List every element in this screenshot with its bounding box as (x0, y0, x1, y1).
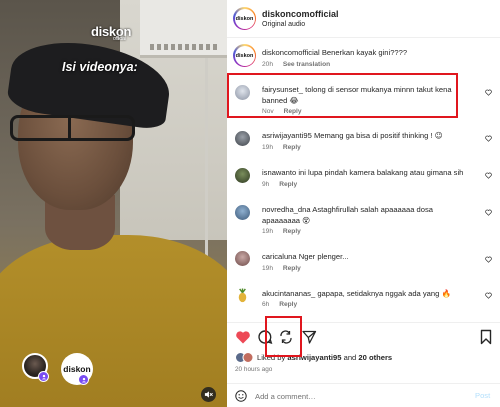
comment-username[interactable]: diskoncomofficial (262, 48, 320, 57)
post-comment-button[interactable]: Post (475, 391, 490, 400)
comment-time: 9h (262, 181, 270, 188)
comment-meta: 19h Reply (262, 228, 301, 235)
post-header: diskon diskoncomofficial Original audio (227, 0, 500, 38)
comment-body: gapapa, setidaknya nggak ada yang 🔥 (317, 289, 451, 298)
like-heart-icon[interactable] (235, 329, 251, 345)
highlight-box-comment (227, 73, 458, 118)
mute-icon[interactable] (201, 387, 216, 402)
comment-body: Nger plenger... (298, 252, 349, 261)
reply-button[interactable]: Reply (283, 228, 301, 235)
comment-meta: 6h Reply (262, 301, 297, 308)
comment-meta: 20h See translation (262, 61, 330, 68)
reply-button[interactable]: Reply (283, 144, 301, 151)
comment-avatar[interactable]: diskon (233, 44, 256, 67)
liked-by-avatars[interactable] (235, 352, 259, 363)
video-player[interactable]: diskon offlicial Isi videonya: diskon (0, 0, 227, 407)
post-author-avatar[interactable]: diskon (233, 7, 256, 30)
comment-avatar[interactable] (235, 205, 250, 220)
share-send-icon[interactable] (301, 329, 317, 345)
comment-username[interactable]: novredha_dna (262, 205, 311, 214)
person-shirt (0, 235, 227, 407)
like-comment-heart-icon[interactable] (485, 256, 492, 263)
comment-text: novredha_dna Astaghfirullah salah apaaaa… (262, 204, 462, 226)
like-comment-heart-icon[interactable] (485, 89, 492, 96)
add-comment-input[interactable] (255, 389, 455, 403)
likes-others[interactable]: 20 others (358, 353, 392, 362)
comment-time: 6h (262, 301, 270, 308)
air-conditioner-vent (150, 44, 220, 50)
comment-text: isnawanto ini lupa pindah kamera balakan… (262, 167, 472, 178)
comment-meta: 19h Reply (262, 265, 301, 272)
post-panel: diskon diskoncomofficial Original audio … (227, 0, 500, 407)
save-bookmark-icon[interactable] (478, 329, 494, 345)
comment-text: diskoncomofficial Benerkan kayak gini???… (262, 47, 472, 58)
comment-username[interactable]: akucintananas_ (262, 289, 315, 298)
comment-meta: 19h Reply (262, 144, 301, 151)
like-comment-heart-icon[interactable] (485, 209, 492, 216)
comment-username[interactable]: caricaluna (262, 252, 297, 261)
like-comment-heart-icon[interactable] (485, 292, 492, 299)
comment-avatar[interactable] (235, 251, 250, 266)
post-author-name[interactable]: diskoncomofficial (262, 9, 339, 19)
emoji-smiley-icon[interactable] (235, 390, 247, 402)
brand-avatar-text: diskon (63, 364, 91, 374)
comment-time: 19h (262, 228, 274, 235)
comment-text: caricaluna Nger plenger... (262, 251, 472, 262)
avatar-logo-text: diskon (235, 15, 254, 22)
post-timestamp: 20 hours ago (235, 366, 273, 373)
original-audio-link[interactable]: Original audio (262, 21, 305, 28)
like-comment-heart-icon[interactable] (485, 172, 492, 179)
comment-avatar[interactable] (235, 168, 250, 183)
comment-meta: 9h Reply (262, 181, 297, 188)
video-brand-logo: diskon offlicial (91, 24, 131, 42)
likes-and: and (343, 353, 357, 362)
reply-button[interactable]: Reply (283, 265, 301, 272)
comment-avatar[interactable] (235, 131, 250, 146)
like-comment-heart-icon[interactable] (485, 135, 492, 142)
wall-cable (205, 58, 208, 258)
comment-username[interactable]: asriwijayanti95 (262, 131, 312, 140)
comment-time: 20h (262, 61, 274, 68)
comment-body: Benerkan kayak gini???? (321, 48, 408, 57)
comment-body: Memang ga bisa di positif thinking ! 😉 (313, 131, 443, 140)
see-translation-link[interactable]: See translation (283, 61, 330, 68)
comment-time: 19h (262, 265, 274, 272)
highlight-box-repost (265, 316, 302, 357)
add-comment-row: Post (227, 383, 500, 407)
reply-button[interactable]: Reply (279, 301, 297, 308)
comment-text: asriwijayanti95 Memang ga bisa di positi… (262, 130, 472, 141)
comment-body: ini lupa pindah kamera balakang atau gim… (298, 168, 464, 177)
person-glasses (10, 115, 135, 141)
reply-button[interactable]: Reply (279, 181, 297, 188)
tag-badge-icon (78, 374, 89, 385)
comment-avatar-pineapple-icon[interactable] (235, 288, 250, 303)
video-caption: Isi videonya: (62, 60, 138, 74)
comment-username[interactable]: isnawanto (262, 168, 296, 177)
comment-text: akucintananas_ gapapa, setidaknya nggak … (262, 288, 472, 299)
tag-badge-icon (38, 371, 49, 382)
comment-time: 19h (262, 144, 274, 151)
